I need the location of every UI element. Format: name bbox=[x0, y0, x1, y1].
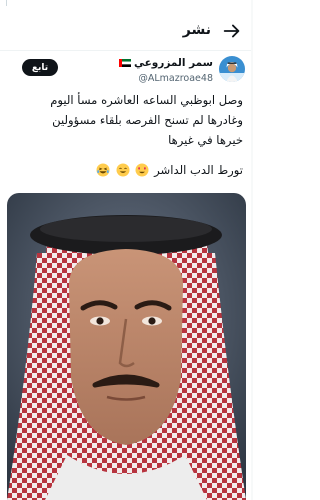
tweet-text: وصل ابوظبي الساعه العاشره مسأ اليوم وغاد… bbox=[8, 90, 243, 150]
heart-eyes-emoji-icon bbox=[135, 163, 149, 177]
page-title: نشر bbox=[182, 22, 211, 38]
author-handle[interactable]: @ALmazroae48 bbox=[138, 73, 213, 84]
uae-flag-icon bbox=[118, 59, 131, 67]
tweet-media-image[interactable] bbox=[7, 193, 246, 500]
tweet-author: سمر المزروعي @ALmazroae48 تابع bbox=[0, 54, 253, 90]
arrow-right-icon[interactable] bbox=[221, 20, 243, 42]
tweet-text-line: وغادرها لم تسنح الفرصه بلقاء مسؤولين bbox=[52, 113, 243, 127]
tweet-second-text: تورط الدب الداشر bbox=[8, 160, 243, 180]
avatar-image bbox=[219, 56, 245, 82]
top-tick bbox=[6, 0, 7, 6]
tweet-text-line: خيرها في غيرها bbox=[168, 133, 243, 147]
tweet-text-line: وصل ابوظبي الساعه العاشره مسأ اليوم bbox=[50, 93, 243, 107]
header-divider bbox=[0, 50, 253, 51]
avatar[interactable] bbox=[219, 56, 245, 82]
scrollbar[interactable] bbox=[251, 0, 253, 500]
top-strip bbox=[0, 0, 253, 14]
smiling-emoji-icon bbox=[116, 163, 130, 177]
follow-button[interactable]: تابع bbox=[22, 59, 58, 76]
laughing-emoji-icon bbox=[96, 163, 110, 177]
post-header: نشر bbox=[0, 18, 253, 48]
author-name[interactable]: سمر المزروعي bbox=[134, 57, 213, 69]
tweet-second-line: تورط الدب الداشر bbox=[154, 163, 243, 177]
author-name-row: سمر المزروعي bbox=[118, 57, 213, 69]
portrait-photo bbox=[7, 193, 246, 500]
